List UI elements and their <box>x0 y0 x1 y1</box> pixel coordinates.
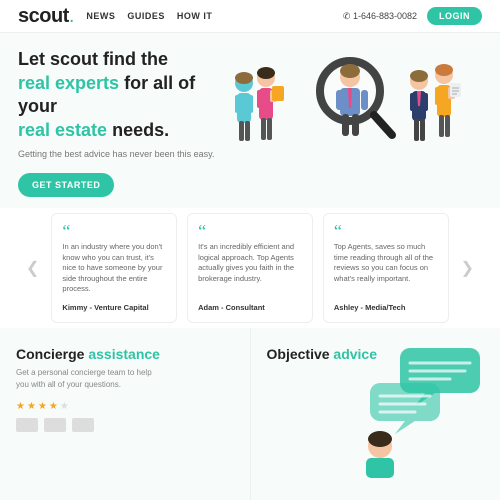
concierge-title: Concierge assistance <box>16 346 234 362</box>
brand-logo-2 <box>44 418 66 432</box>
concierge-desc: Get a personal concierge team to help yo… <box>16 367 166 391</box>
logo: scout. <box>18 5 74 28</box>
testimonial-cards: “ In an industry where you don't know wh… <box>51 213 448 323</box>
brand-logos <box>16 418 234 432</box>
header: scout. NEWS GUIDES HOW IT ✆ 1-646-883-00… <box>0 0 500 33</box>
get-started-button[interactable]: GET STARTED <box>18 173 114 197</box>
phone-number: ✆ 1-646-883-0082 <box>343 11 417 22</box>
hero-title: Let scout find the real experts for all … <box>18 48 218 142</box>
testimonial-card-1: “ It's an incredibly efficient and logic… <box>187 213 313 323</box>
star-3: ★ <box>38 401 47 412</box>
testimonial-text-1: It's an incredibly efficient and logical… <box>198 242 302 295</box>
bottom-left-panel: Concierge assistance Get a personal conc… <box>0 328 251 500</box>
star-rating: ★ ★ ★ ★ ★ <box>16 401 234 412</box>
logo-dot: . <box>69 5 75 27</box>
testimonial-text-2: Top Agents, saves so much time reading t… <box>334 242 438 295</box>
logo-text: scout <box>18 5 69 27</box>
testimonial-author-1: Adam - Consultant <box>198 303 302 312</box>
star-1: ★ <box>16 401 25 412</box>
prev-arrow-button[interactable]: ❮ <box>22 258 43 278</box>
hero-svg <box>222 43 482 203</box>
star-4: ★ <box>49 401 58 412</box>
quote-mark-0: “ <box>62 224 166 238</box>
login-button[interactable]: LOGIN <box>427 7 482 25</box>
testimonials-section: ❮ “ In an industry where you don't know … <box>0 208 500 328</box>
hero-section: Let scout find the real experts for all … <box>0 33 500 208</box>
main-nav: NEWS GUIDES HOW IT <box>86 11 212 21</box>
hero-subtitle: Getting the best advice has never been t… <box>18 148 218 161</box>
concierge-illustration <box>350 338 500 478</box>
testimonial-card-2: “ Top Agents, saves so much time reading… <box>323 213 449 323</box>
testimonial-card-0: “ In an industry where you don't know wh… <box>51 213 177 323</box>
testimonial-author-0: Kimmy - Venture Capital <box>62 303 166 312</box>
quote-mark-2: “ <box>334 224 438 238</box>
next-arrow-button[interactable]: ❯ <box>457 258 478 278</box>
bottom-right-panel: Objective advice <box>251 328 500 500</box>
header-right: ✆ 1-646-883-0082 LOGIN <box>343 7 482 25</box>
brand-logo-1 <box>16 418 38 432</box>
brand-logo-3 <box>72 418 94 432</box>
nav-guides[interactable]: GUIDES <box>127 11 165 21</box>
hero-illustration <box>222 43 482 203</box>
concierge-accent: assistance <box>88 346 160 362</box>
star-2: ★ <box>27 401 36 412</box>
quote-mark-1: “ <box>198 224 302 238</box>
nav-howit[interactable]: HOW IT <box>177 11 213 21</box>
logo-area: scout. NEWS GUIDES HOW IT <box>18 5 212 28</box>
nav-news[interactable]: NEWS <box>86 11 115 21</box>
testimonial-author-2: Ashley - Media/Tech <box>334 303 438 312</box>
testimonial-text-0: In an industry where you don't know who … <box>62 242 166 295</box>
hero-text: Let scout find the real experts for all … <box>18 48 218 196</box>
star-5: ★ <box>60 401 69 412</box>
bottom-section: Concierge assistance Get a personal conc… <box>0 328 500 500</box>
